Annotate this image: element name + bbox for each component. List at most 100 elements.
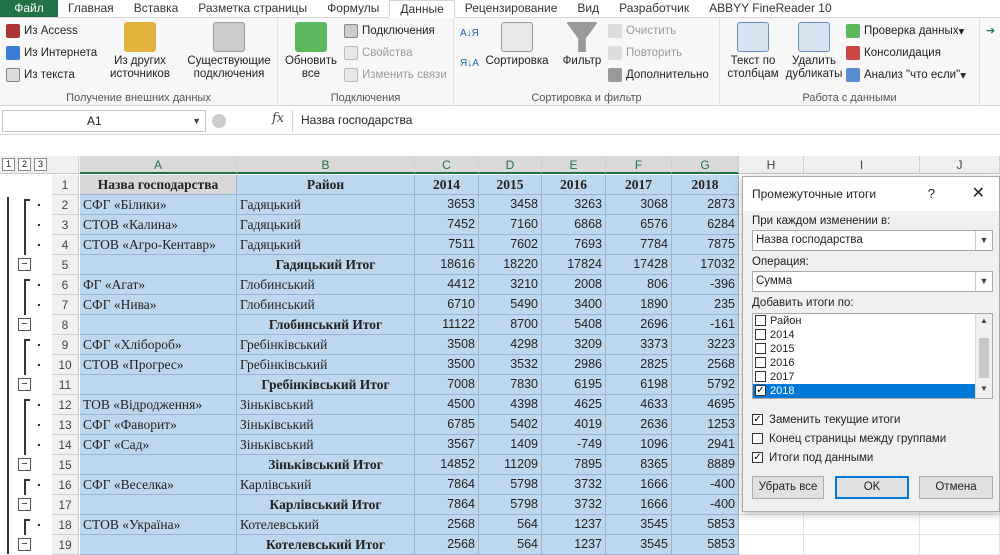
cell-E[interactable]: 17824 [542,255,606,275]
checkbox[interactable] [752,433,763,444]
cell-D[interactable]: 7830 [479,375,542,395]
cell-H[interactable] [739,515,804,535]
ok-button[interactable]: OK [835,476,909,499]
cell-F[interactable]: 2696 [606,315,672,335]
cell-E[interactable]: 3209 [542,335,606,355]
column-header-B[interactable]: B [237,156,415,174]
row-header[interactable]: 3 [52,215,79,235]
existing-connections-button[interactable]: Существующие подключения [184,22,274,81]
remove-duplicates-button[interactable]: Удалить дубликаты [784,22,844,81]
row-header[interactable]: 14 [52,435,79,455]
cell-B[interactable]: Гребінківський [237,335,415,355]
row-header[interactable]: 1 [52,175,79,195]
cell-E[interactable]: 4019 [542,415,606,435]
from-access-button[interactable]: Из Access [6,24,78,38]
cell-D[interactable]: 3532 [479,355,542,375]
cell-A[interactable]: СФГ «Білики» [80,195,237,215]
row-header[interactable]: 19 [52,535,79,555]
checkbox[interactable] [755,371,766,382]
cell-B[interactable]: Гадяцький [237,215,415,235]
help-button[interactable]: ? [928,177,935,211]
cell-E[interactable]: 3400 [542,295,606,315]
cell-B[interactable]: Зіньківський [237,415,415,435]
reapply-button[interactable]: Повторить [608,46,682,60]
cell-B[interactable]: Гадяцький Итог [237,255,415,275]
row-header[interactable]: 10 [52,355,79,375]
cell-B[interactable]: Глобинський Итог [237,315,415,335]
cancel-button[interactable]: Отмена [919,476,993,499]
cell-F[interactable]: 7784 [606,235,672,255]
subtotal-columns-list[interactable]: Район 2014 2015 2016 2017 ✓ 2018 ▲ ▼ [752,313,993,399]
cell-F[interactable]: 2825 [606,355,672,375]
advanced-filter-button[interactable]: Дополнительно [608,68,709,82]
list-item[interactable]: 2014 [753,328,975,342]
cell-G[interactable]: 2018 [672,175,739,195]
cell-G[interactable]: -400 [672,495,739,515]
cell-B[interactable]: Гребінківський [237,355,415,375]
name-box[interactable]: A1 ▼ [2,110,206,132]
checkbox[interactable] [755,343,766,354]
group-by-select[interactable]: Назва господарства ▼ [752,230,993,251]
cell-E[interactable]: 7693 [542,235,606,255]
cell-E[interactable]: 1237 [542,515,606,535]
cell-E[interactable]: 2986 [542,355,606,375]
row-header[interactable]: 7 [52,295,79,315]
cell-C[interactable]: 3508 [415,335,479,355]
cell-F[interactable]: 6198 [606,375,672,395]
cell-G[interactable]: 4695 [672,395,739,415]
cell-E[interactable]: 4625 [542,395,606,415]
from-text-button[interactable]: Из текста [6,68,75,82]
cell-G[interactable]: 6284 [672,215,739,235]
cell-D[interactable]: 18220 [479,255,542,275]
column-header-H[interactable]: H [739,156,804,174]
cell-D[interactable]: 1409 [479,435,542,455]
refresh-all-button[interactable]: Обновить все [280,22,342,81]
cell-E[interactable]: -749 [542,435,606,455]
cell-D[interactable]: 7602 [479,235,542,255]
row-header[interactable]: 12 [52,395,79,415]
row-header[interactable]: 9 [52,335,79,355]
cell-B[interactable]: Район [237,175,415,195]
cell-F[interactable]: 8365 [606,455,672,475]
cell-D[interactable]: 5490 [479,295,542,315]
sort-za-button[interactable]: Я↓А [460,58,479,69]
tab-2[interactable]: Вставка [124,0,189,17]
cell-C[interactable]: 7452 [415,215,479,235]
cell-G[interactable]: 1253 [672,415,739,435]
cell-C[interactable]: 14852 [415,455,479,475]
cell-C[interactable]: 3653 [415,195,479,215]
tab-7[interactable]: Вид [567,0,609,17]
list-item[interactable]: 2016 [753,356,975,370]
checkbox[interactable] [755,357,766,368]
cell-J[interactable] [920,535,1000,555]
cell-A[interactable] [80,315,237,335]
checkbox[interactable] [755,315,766,326]
chevron-down-icon[interactable]: ▼ [192,111,201,131]
cell-D[interactable]: 5798 [479,475,542,495]
cell-F[interactable]: 3373 [606,335,672,355]
cell-I[interactable] [804,535,920,555]
cell-C[interactable]: 6785 [415,415,479,435]
cell-A[interactable]: Назва господарства [80,175,237,195]
tab-5[interactable]: Данные [389,0,455,18]
chevron-down-icon[interactable]: ▼ [975,272,992,291]
cell-B[interactable]: Карлівський [237,475,415,495]
connections-button[interactable]: Подключения [344,24,435,38]
cell-B[interactable]: Глобинський [237,295,415,315]
cell-D[interactable]: 11209 [479,455,542,475]
cell-E[interactable]: 3732 [542,495,606,515]
cell-H[interactable] [739,535,804,555]
cell-G[interactable]: 2568 [672,355,739,375]
column-header-C[interactable]: C [415,156,479,174]
what-if-button[interactable]: Анализ "что если" ▾ [846,68,966,82]
data-validation-button[interactable]: Проверка данных ▾ [846,24,964,38]
list-item[interactable]: 2015 [753,342,975,356]
cell-E[interactable]: 6868 [542,215,606,235]
collapse-group-button[interactable]: − [18,498,31,511]
row-header[interactable]: 2 [52,195,79,215]
cell-B[interactable]: Котелевський [237,515,415,535]
cell-I[interactable] [804,515,920,535]
cell-G[interactable]: 2873 [672,195,739,215]
list-item[interactable]: 2017 [753,370,975,384]
cell-B[interactable]: Зіньківський [237,395,415,415]
